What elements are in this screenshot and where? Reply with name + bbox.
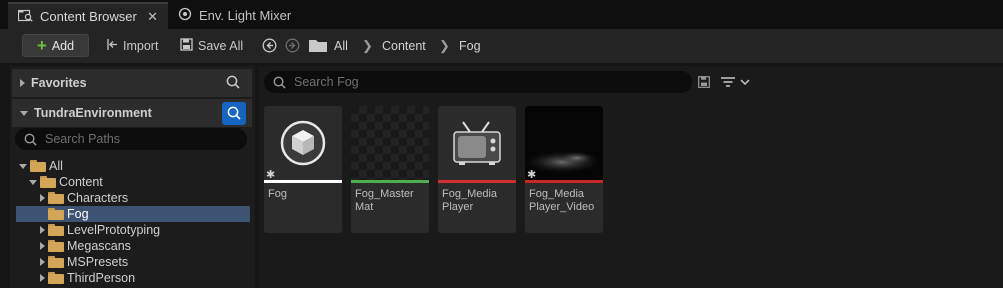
folder-icon bbox=[40, 176, 56, 188]
project-label: TundraEnvironment bbox=[34, 106, 152, 120]
asset-name: Fog bbox=[268, 188, 287, 200]
import-label: Import bbox=[123, 38, 159, 53]
asset-thumbnail: ✱ bbox=[525, 106, 603, 181]
tree-item-thirdperson[interactable]: ThirdPerson bbox=[16, 270, 250, 286]
search-icon[interactable] bbox=[226, 75, 240, 92]
folder-icon bbox=[48, 224, 64, 236]
tv-icon bbox=[453, 121, 501, 165]
breadcrumb-content[interactable]: Content bbox=[382, 39, 426, 53]
search-toggle-button[interactable] bbox=[222, 101, 246, 125]
back-arrow-icon[interactable] bbox=[262, 38, 277, 56]
search-icon bbox=[24, 133, 37, 146]
folder-icon bbox=[48, 240, 64, 252]
asset-tile-fog-master-mat[interactable]: Fog_Master Mat bbox=[351, 106, 429, 233]
search-assets-placeholder: Search Fog bbox=[294, 75, 359, 89]
chevron-down-icon bbox=[19, 163, 27, 169]
chevron-right-icon bbox=[40, 194, 45, 202]
folder-icon bbox=[48, 192, 64, 204]
tree-item-characters[interactable]: Characters bbox=[16, 190, 250, 206]
filter-icon[interactable] bbox=[720, 75, 754, 92]
light-mixer-icon bbox=[178, 7, 192, 24]
search-icon bbox=[273, 76, 286, 89]
tree-item-label: MSPresets bbox=[67, 255, 129, 269]
asset-type-bar bbox=[264, 180, 342, 183]
search-icon bbox=[227, 106, 241, 120]
favorites-label: Favorites bbox=[31, 76, 87, 90]
asset-tile-fog[interactable]: ✱ Fog bbox=[264, 106, 342, 233]
asset-name: Fog_Media Player bbox=[442, 188, 498, 213]
breadcrumb-fog[interactable]: Fog bbox=[459, 39, 481, 53]
asset-tile-fog-media-player[interactable]: Fog_Media Player bbox=[438, 106, 516, 233]
fog-video-preview bbox=[525, 150, 603, 174]
save-search-icon[interactable] bbox=[698, 76, 710, 91]
folder-icon bbox=[30, 160, 46, 172]
tree-item-fog[interactable]: Fog bbox=[16, 206, 250, 222]
asset-tile-fog-media-player-video[interactable]: ✱ Fog_Media Player_Video bbox=[525, 106, 603, 233]
project-section-header[interactable]: TundraEnvironment bbox=[12, 99, 252, 127]
chevron-right-icon: ❯ bbox=[362, 38, 373, 53]
favorites-section-header[interactable]: Favorites bbox=[12, 69, 252, 97]
search-assets-input[interactable]: Search Fog bbox=[264, 71, 692, 93]
close-icon[interactable]: ✕ bbox=[147, 9, 158, 25]
asset-thumbnail bbox=[438, 106, 516, 180]
chevron-right-icon bbox=[40, 242, 45, 250]
folder-icon bbox=[48, 256, 64, 268]
tree-item-mspresets[interactable]: MSPresets bbox=[16, 254, 250, 270]
tree-item-all[interactable]: All bbox=[16, 158, 250, 174]
breadcrumb-all[interactable]: All bbox=[334, 39, 348, 53]
save-all-button[interactable]: Save All bbox=[180, 37, 243, 54]
add-button-label: Add bbox=[51, 38, 75, 53]
search-paths-placeholder: Search Paths bbox=[45, 132, 121, 146]
asset-name: Fog_Master Mat bbox=[355, 188, 414, 213]
tree-item-label: ThirdPerson bbox=[67, 271, 136, 285]
chevron-right-icon: ❯ bbox=[439, 38, 450, 53]
tree-item-levelprototyping[interactable]: LevelPrototyping bbox=[16, 222, 250, 238]
chevron-right-icon bbox=[40, 226, 45, 234]
tree-item-label: Characters bbox=[67, 191, 129, 205]
chevron-right-icon bbox=[40, 258, 45, 266]
forward-arrow-icon[interactable] bbox=[285, 38, 300, 56]
tab-env-light-mixer[interactable]: Env. Light Mixer bbox=[168, 2, 308, 29]
chevron-right-icon bbox=[40, 274, 45, 282]
tree-item-label: All bbox=[49, 159, 63, 173]
folder-icon bbox=[48, 208, 64, 220]
tab-content-browser-label: Content Browser bbox=[40, 9, 137, 24]
chevron-down-icon bbox=[29, 179, 37, 185]
save-icon bbox=[180, 37, 193, 54]
import-button[interactable]: Import bbox=[105, 37, 158, 54]
tab-content-browser[interactable]: Content Browser ✕ bbox=[8, 2, 168, 29]
chevron-right-icon bbox=[20, 79, 25, 87]
asset-thumbnail: ✱ bbox=[264, 106, 342, 181]
asset-thumbnail bbox=[351, 106, 429, 180]
folder-icon bbox=[48, 272, 64, 284]
tree-item-label: Fog bbox=[67, 207, 89, 221]
search-paths-input[interactable]: Search Paths bbox=[15, 128, 247, 150]
tree-item-content[interactable]: Content bbox=[16, 174, 250, 190]
add-button[interactable]: + Add bbox=[22, 34, 89, 57]
tree-item-label: Megascans bbox=[67, 239, 131, 253]
tree-item-label: LevelPrototyping bbox=[67, 223, 161, 237]
content-browser-icon bbox=[17, 9, 33, 25]
folder-icon bbox=[309, 39, 327, 55]
tab-env-light-mixer-label: Env. Light Mixer bbox=[199, 8, 292, 23]
tree-item-megascans[interactable]: Megascans bbox=[16, 238, 250, 254]
asset-name: Fog_Media Player_Video bbox=[529, 188, 595, 213]
asset-type-bar bbox=[351, 180, 429, 183]
cube-icon bbox=[280, 120, 326, 166]
tree-item-label: Content bbox=[59, 175, 103, 189]
import-icon bbox=[105, 38, 118, 54]
chevron-down-icon bbox=[20, 110, 28, 116]
plus-icon: + bbox=[36, 35, 47, 55]
asset-type-bar bbox=[525, 180, 603, 183]
asset-type-bar bbox=[438, 180, 516, 183]
save-all-label: Save All bbox=[198, 38, 244, 53]
